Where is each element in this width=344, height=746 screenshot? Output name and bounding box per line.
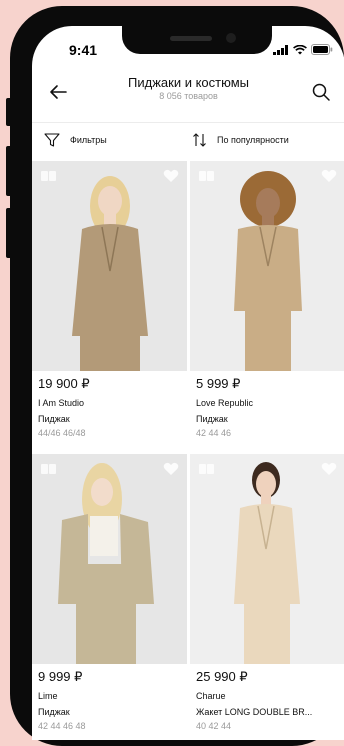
filters-label: Фильтры: [70, 135, 107, 145]
favorite-heart-icon[interactable]: [163, 169, 179, 183]
speaker: [170, 36, 212, 41]
model-face: [91, 478, 113, 506]
compare-icon[interactable]: [198, 169, 216, 183]
compare-icon[interactable]: [40, 169, 58, 183]
garment-trousers: [244, 604, 290, 664]
product-price: 9 999 ₽: [38, 669, 83, 684]
compare-icon[interactable]: [198, 462, 216, 476]
signal-icon: [273, 44, 288, 55]
product-sizes: 40 42 44: [196, 721, 232, 731]
favorite-heart-icon[interactable]: [163, 462, 179, 476]
product-photo[interactable]: [32, 161, 187, 371]
product-photo[interactable]: [190, 454, 344, 664]
product-sizes: 44/46 46/48: [38, 428, 86, 438]
status-icons: [273, 44, 333, 55]
favorite-heart-icon[interactable]: [321, 169, 337, 183]
product-price: 25 990 ₽: [196, 669, 248, 684]
product-brand: Lime: [38, 691, 58, 701]
model-face: [256, 471, 276, 497]
product-type: Жакет LONG DOUBLE BR...: [196, 707, 313, 717]
product-garment: [234, 225, 302, 311]
phone-frame: 9:41 Пиджаки и костюмы 8 056 товаров Фил…: [10, 6, 344, 746]
notch: [122, 26, 272, 54]
product-brand: Charue: [196, 691, 226, 701]
filters-button[interactable]: Фильтры: [44, 132, 107, 148]
product-sizes: 42 44 46: [196, 428, 232, 438]
product-type: Пиджак: [38, 414, 70, 424]
sort-icon: [193, 133, 206, 147]
garment-trousers: [76, 564, 136, 664]
camera: [226, 33, 236, 43]
product-brand: I Am Studio: [38, 398, 85, 408]
page-title: Пиджаки и костюмы: [128, 75, 249, 90]
navigation-bar: Пиджаки и костюмы 8 056 товаров: [32, 70, 344, 122]
garment-trousers: [80, 336, 140, 371]
items-count: 8 056 товаров: [159, 91, 218, 101]
favorite-heart-icon[interactable]: [321, 462, 337, 476]
product-brand: Love Republic: [196, 398, 254, 408]
model-face: [256, 188, 280, 218]
search-icon[interactable]: [309, 80, 333, 104]
garment-trousers: [245, 311, 291, 371]
product-sizes: 42 44 46 48: [38, 721, 86, 731]
sort-button[interactable]: По популярности: [192, 132, 289, 148]
product-garment: [72, 224, 148, 336]
filter-icon: [44, 133, 60, 147]
battery-icon: [311, 44, 333, 55]
product-price: 5 999 ₽: [196, 376, 241, 391]
product-type: Пиджак: [38, 707, 70, 717]
product-type: Пиджак: [196, 414, 228, 424]
product-price: 19 900 ₽: [38, 376, 90, 391]
product-photo[interactable]: [190, 161, 344, 371]
filter-sort-bar: Фильтры По популярности: [32, 122, 344, 161]
sort-label: По популярности: [217, 135, 289, 145]
status-time: 9:41: [69, 42, 98, 58]
compare-icon[interactable]: [40, 462, 58, 476]
model-top: [90, 516, 118, 556]
product-garment: [234, 504, 300, 604]
model-face: [98, 186, 122, 216]
wifi-icon: [293, 44, 307, 54]
app-screen: 9:41 Пиджаки и костюмы 8 056 товаров Фил…: [32, 26, 344, 740]
product-photo[interactable]: [32, 454, 187, 664]
